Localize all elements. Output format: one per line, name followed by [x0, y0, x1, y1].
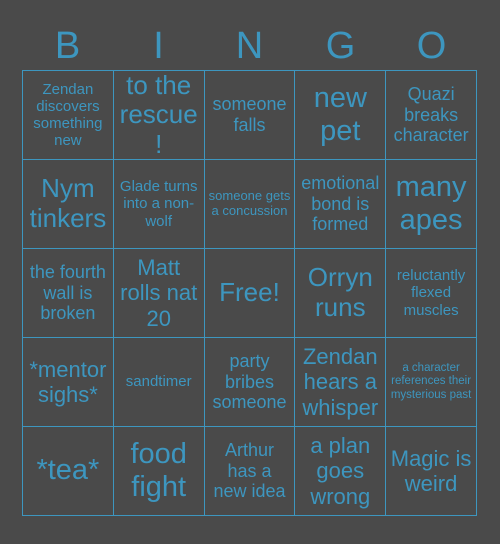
bingo-square-label: Quazi breaks character [393, 84, 469, 146]
bingo-square[interactable]: to the rescue! [113, 71, 205, 160]
bingo-square[interactable]: food fight [113, 427, 205, 516]
bingo-square-label: someone gets a concussion [208, 188, 291, 218]
bingo-square[interactable]: party bribes someone [204, 338, 296, 427]
bingo-square-label: emotional bond is formed [301, 173, 380, 235]
bingo-grid: Zendan discovers something new to the res… [22, 70, 477, 516]
bingo-square[interactable]: emotional bond is formed [295, 160, 387, 249]
bingo-header-letter-g: G [325, 25, 356, 67]
bingo-square-label: party bribes someone [212, 351, 287, 413]
bingo-free-square[interactable]: Free! [204, 249, 296, 338]
bingo-square-label: Free! [219, 277, 280, 308]
bingo-square-label: Zendan hears a whisper [302, 344, 379, 420]
bingo-square[interactable]: Zendan hears a whisper [295, 338, 387, 427]
bingo-square[interactable]: *tea* [23, 427, 114, 516]
bingo-square-label: sandtimer [125, 373, 192, 391]
bingo-square-label: reluctantly flexed muscles [396, 267, 466, 319]
bingo-square[interactable]: someone gets a concussion [204, 160, 296, 249]
bingo-square[interactable]: reluctantly flexed muscles [386, 249, 477, 338]
bingo-square[interactable]: a plan goes wrong [295, 427, 387, 516]
bingo-square-label: many apes [395, 170, 467, 236]
bingo-square[interactable]: Glade turns into a non-wolf [113, 160, 205, 249]
bingo-square-label: to the rescue! [119, 71, 198, 159]
bingo-square-label: Zendan discovers something new [33, 80, 103, 150]
bingo-square[interactable]: someone falls [204, 71, 296, 160]
bingo-header-letter-n: N [235, 25, 264, 67]
bingo-header-letter-o: O [416, 25, 447, 67]
bingo-square-label: Arthur has a new idea [213, 440, 286, 502]
bingo-square[interactable]: sandtimer [113, 338, 205, 427]
bingo-square-label: a plan goes wrong [310, 433, 371, 509]
bingo-square[interactable]: many apes [386, 160, 477, 249]
bingo-square[interactable]: Quazi breaks character [386, 71, 477, 160]
bingo-square-label: *tea* [36, 454, 100, 487]
bingo-square-label: the fourth wall is broken [29, 262, 106, 324]
bingo-square[interactable]: Nym tinkers [23, 160, 114, 249]
bingo-square[interactable]: a character references their mysterious … [386, 338, 477, 427]
bingo-header-letter-b: B [54, 25, 81, 67]
bingo-card: B I N G O Zendan discovers something new… [0, 0, 500, 544]
bingo-square[interactable]: Magic is weird [386, 427, 477, 516]
bingo-square-label: food fight [130, 437, 187, 503]
bingo-square-label: Matt rolls nat 20 [120, 255, 198, 331]
bingo-square-label: Glade turns into a non-wolf [119, 178, 198, 230]
bingo-square[interactable]: Arthur has a new idea [204, 427, 296, 516]
bingo-header-letter-i: I [153, 25, 164, 67]
bingo-square-label: Orryn runs [307, 262, 373, 322]
bingo-square-label: new pet [313, 81, 367, 147]
bingo-square[interactable]: Matt rolls nat 20 [113, 249, 205, 338]
bingo-square[interactable]: new pet [295, 71, 387, 160]
bingo-square[interactable]: Zendan discovers something new [23, 71, 114, 160]
bingo-square-label: someone falls [212, 94, 287, 135]
bingo-square[interactable]: *mentor sighs* [23, 338, 114, 427]
bingo-square[interactable]: the fourth wall is broken [23, 249, 114, 338]
bingo-square-label: *mentor sighs* [29, 356, 107, 407]
bingo-square-label: Magic is weird [390, 445, 472, 496]
bingo-square-label: a character references their mysterious … [390, 362, 472, 401]
bingo-square-label: Nym tinkers [29, 173, 107, 233]
bingo-square[interactable]: Orryn runs [295, 249, 387, 338]
bingo-header-row: B I N G O [22, 22, 477, 70]
